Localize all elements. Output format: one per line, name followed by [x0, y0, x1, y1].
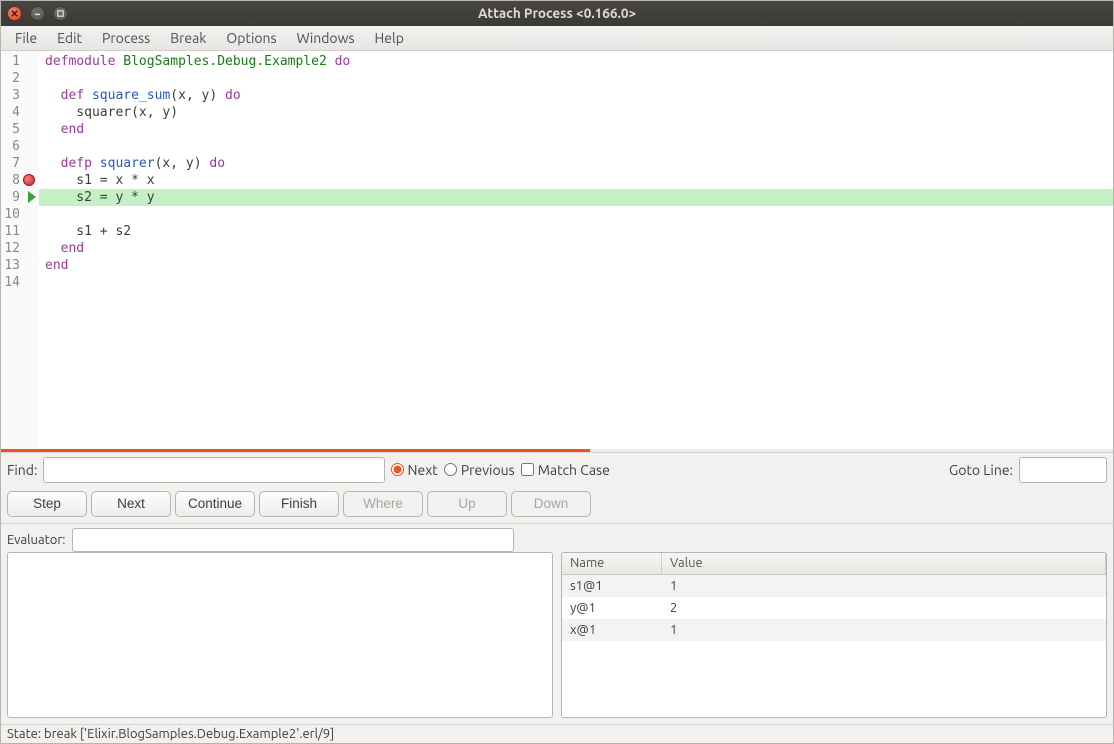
gutter-line[interactable]: 7 — [1, 155, 36, 172]
menu-help[interactable]: Help — [365, 26, 414, 50]
status-text: State: break ['Elixir.BlogSamples.Debug.… — [7, 727, 334, 741]
menu-edit[interactable]: Edit — [47, 26, 92, 50]
window-title: Attach Process <0.166.0> — [1, 5, 1113, 21]
where-button: Where — [343, 491, 423, 517]
gutter-line[interactable]: 1 — [1, 53, 36, 70]
variable-row[interactable]: s1@11 — [562, 575, 1106, 597]
finish-button[interactable]: Finish — [259, 491, 339, 517]
code-line[interactable] — [39, 206, 1113, 223]
menu-windows[interactable]: Windows — [287, 26, 365, 50]
code-line[interactable]: end — [39, 240, 1113, 257]
window: Attach Process <0.166.0> File Edit Proce… — [0, 0, 1114, 744]
gutter-line[interactable]: 9 — [1, 189, 36, 206]
goto-line-input[interactable] — [1019, 457, 1107, 483]
gutter-line[interactable]: 6 — [1, 138, 36, 155]
find-previous-option[interactable]: Previous — [444, 462, 515, 478]
code-line[interactable]: s1 + s2 — [39, 223, 1113, 240]
evaluator-output[interactable] — [7, 552, 553, 718]
gutter-line[interactable]: 10 — [1, 206, 36, 223]
gutter-line[interactable]: 2 — [1, 70, 36, 87]
evaluator-label: Evaluator: — [7, 533, 66, 547]
variable-name: y@1 — [562, 601, 662, 615]
continue-button[interactable]: Continue — [175, 491, 255, 517]
up-button: Up — [427, 491, 507, 517]
breakpoint-icon[interactable] — [23, 174, 35, 186]
gutter-line[interactable]: 5 — [1, 121, 36, 138]
menu-file[interactable]: File — [5, 26, 47, 50]
gutter-line[interactable]: 13 — [1, 257, 36, 274]
window-controls — [7, 6, 68, 21]
find-next-label: Next — [408, 462, 438, 478]
code-line[interactable]: s2 = y * y — [39, 189, 1113, 206]
find-previous-label: Previous — [461, 462, 515, 478]
down-button: Down — [511, 491, 591, 517]
variable-row[interactable]: x@11 — [562, 619, 1106, 641]
gutter-line[interactable]: 14 — [1, 274, 36, 291]
menu-process[interactable]: Process — [92, 26, 160, 50]
code-line[interactable]: defmodule BlogSamples.Debug.Example2 do — [39, 53, 1113, 70]
close-icon[interactable] — [7, 6, 22, 21]
code-line[interactable]: squarer(x, y) — [39, 104, 1113, 121]
evaluator-input[interactable] — [72, 528, 514, 552]
minimize-icon[interactable] — [30, 6, 45, 21]
variables-header-name[interactable]: Name — [562, 553, 662, 574]
find-next-option[interactable]: Next — [391, 462, 438, 478]
step-button[interactable]: Step — [7, 491, 87, 517]
find-label: Find: — [7, 462, 37, 478]
gutter-line[interactable]: 12 — [1, 240, 36, 257]
find-bar: Find: Next Previous Match Case Goto Line… — [1, 452, 1113, 487]
variable-value: 2 — [662, 601, 685, 615]
variable-row[interactable]: y@12 — [562, 597, 1106, 619]
gutter-line[interactable]: 11 — [1, 223, 36, 240]
menubar: File Edit Process Break Options Windows … — [1, 26, 1113, 51]
variable-value: 1 — [662, 579, 685, 593]
variables-header: Name Value — [562, 553, 1106, 575]
variable-value: 1 — [662, 623, 685, 637]
gutter-line[interactable]: 8 — [1, 172, 36, 189]
code-line[interactable] — [39, 70, 1113, 87]
menu-break[interactable]: Break — [160, 26, 216, 50]
code-line[interactable]: s1 = x * x — [39, 172, 1113, 189]
debug-toolbar: Step Next Continue Finish Where Up Down — [1, 487, 1113, 524]
variables-header-value[interactable]: Value — [662, 553, 1106, 574]
variable-name: s1@1 — [562, 579, 662, 593]
find-next-radio[interactable] — [391, 463, 404, 476]
find-input[interactable] — [43, 457, 384, 483]
menu-options[interactable]: Options — [216, 26, 286, 50]
code-line[interactable] — [39, 138, 1113, 155]
code-line[interactable]: end — [39, 121, 1113, 138]
code-editor[interactable]: 1234567891011121314 defmodule BlogSample… — [1, 51, 1113, 449]
gutter-line[interactable]: 4 — [1, 104, 36, 121]
variable-name: x@1 — [562, 623, 662, 637]
match-case-checkbox[interactable] — [521, 463, 534, 476]
variables-body[interactable]: s1@11y@12x@11 — [562, 575, 1106, 717]
next-button[interactable]: Next — [91, 491, 171, 517]
gutter: 1234567891011121314 — [1, 51, 39, 449]
code-line[interactable]: defp squarer(x, y) do — [39, 155, 1113, 172]
code-line[interactable]: end — [39, 257, 1113, 274]
maximize-icon[interactable] — [53, 6, 68, 21]
match-case-label: Match Case — [538, 462, 610, 478]
current-line-icon — [28, 191, 36, 203]
goto-line-label: Goto Line: — [949, 462, 1013, 478]
find-previous-radio[interactable] — [444, 463, 457, 476]
gutter-line[interactable]: 3 — [1, 87, 36, 104]
code-line[interactable] — [39, 274, 1113, 291]
match-case-option[interactable]: Match Case — [521, 462, 610, 478]
bottom-panels: Name Value s1@11y@12x@11 — [1, 552, 1113, 724]
variables-panel: Name Value s1@11y@12x@11 — [561, 552, 1107, 718]
code-line[interactable]: def square_sum(x, y) do — [39, 87, 1113, 104]
code-lines: defmodule BlogSamples.Debug.Example2 do … — [39, 51, 1113, 449]
statusbar: State: break ['Elixir.BlogSamples.Debug.… — [1, 724, 1113, 743]
titlebar: Attach Process <0.166.0> — [1, 1, 1113, 26]
